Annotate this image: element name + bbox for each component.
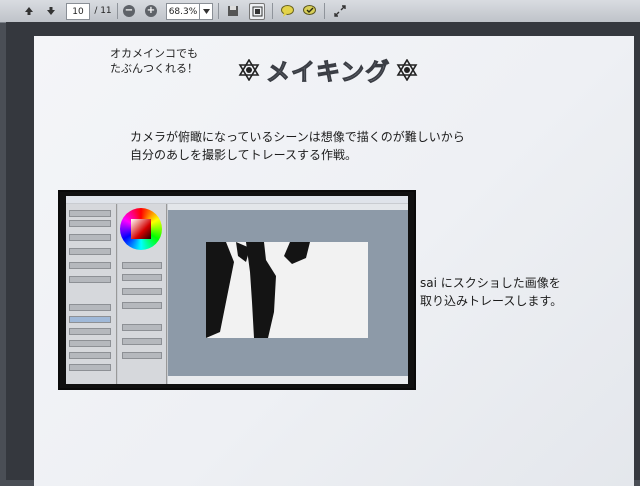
sai-menubar: [66, 196, 408, 203]
document-viewport: オカメインコでも たぶんつくれる！ メイキング カメラが俯瞰になっているシーンは…: [6, 22, 640, 486]
tool-row: [122, 352, 162, 359]
tool-row: [122, 262, 162, 269]
hexagram-star-icon: [238, 58, 260, 81]
comment-icon: [280, 4, 294, 17]
highlight-button[interactable]: [302, 3, 316, 18]
zoom-out-icon: −: [123, 4, 135, 17]
slide-title-row: メイキング: [238, 52, 418, 87]
sai-canvas: [206, 242, 368, 338]
tool-row: [122, 302, 162, 309]
slide-page: オカメインコでも たぶんつくれる！ メイキング カメラが俯瞰になっているシーンは…: [34, 36, 634, 486]
toolbar-divider: [218, 3, 219, 19]
fit-page-button[interactable]: [249, 3, 265, 20]
zoom-in-icon: +: [145, 4, 157, 17]
sai-screenshot-image: [58, 190, 416, 390]
zoom-in-button[interactable]: +: [144, 3, 158, 18]
slide-description: カメラが俯瞰になっているシーンは想像で描くのが難しいから 自分のあしを撮影してト…: [130, 128, 465, 164]
slide-title: メイキング: [265, 58, 391, 87]
panel-row: [69, 262, 111, 269]
layer-row: [69, 316, 111, 323]
tool-row: [122, 324, 162, 331]
up-arrow-icon: [25, 6, 33, 15]
side-text-line-1: sai にスクショした画像を: [420, 276, 561, 290]
description-line-2: 自分のあしを撮影してトレースする作戦。: [130, 148, 358, 162]
subtitle-line-1: オカメインコでも: [110, 47, 198, 60]
panel-row: [69, 210, 111, 217]
save-icon: [228, 5, 238, 16]
tool-row: [122, 338, 162, 345]
save-button[interactable]: [226, 3, 240, 18]
layer-row: [69, 364, 111, 371]
expand-button[interactable]: [333, 3, 347, 18]
prev-page-button[interactable]: [22, 3, 36, 18]
down-arrow-icon: [47, 6, 55, 15]
pdf-toolbar: 10 / 11 − + 68.3%: [0, 0, 640, 23]
sai-left-panel: [66, 204, 117, 384]
comment-button[interactable]: [280, 3, 294, 18]
tool-row: [122, 274, 162, 281]
zoom-input[interactable]: 68.3%: [166, 3, 200, 20]
toolbar-divider: [272, 3, 273, 19]
dropdown-icon: [202, 9, 210, 14]
side-text-line-2: 取り込みトレースします。: [420, 294, 563, 308]
panel-row: [69, 248, 111, 255]
layer-row: [69, 352, 111, 359]
tool-row: [122, 288, 162, 295]
layer-row: [69, 304, 111, 311]
sai-statusbar: [168, 376, 408, 384]
subtitle-line-2: たぶんつくれる！: [110, 62, 198, 75]
toolbar-divider: [117, 3, 118, 19]
panel-row: [69, 276, 111, 283]
highlight-icon: [302, 4, 316, 15]
zoom-out-button[interactable]: −: [122, 3, 136, 18]
page-number-input[interactable]: 10: [66, 3, 90, 20]
zoom-dropdown-button[interactable]: [199, 3, 213, 20]
page-total: / 11: [94, 5, 112, 16]
fit-page-icon: [252, 6, 262, 17]
leg-drawing: [206, 242, 310, 338]
description-line-1: カメラが俯瞰になっているシーンは想像で描くのが難しいから: [130, 130, 465, 144]
color-picker-square: [131, 219, 151, 239]
hexagram-star-icon: [396, 58, 418, 81]
next-page-button[interactable]: [44, 3, 58, 18]
panel-row: [69, 220, 111, 227]
toolbar-divider: [324, 3, 325, 19]
panel-row: [69, 234, 111, 241]
sai-window: [66, 196, 408, 384]
expand-icon: [334, 4, 346, 17]
layer-row: [69, 328, 111, 335]
slide-subtitle: オカメインコでも たぶんつくれる！: [110, 46, 198, 76]
slide-side-text: sai にスクショした画像を 取り込みトレースします。: [420, 274, 562, 310]
layer-row: [69, 340, 111, 347]
